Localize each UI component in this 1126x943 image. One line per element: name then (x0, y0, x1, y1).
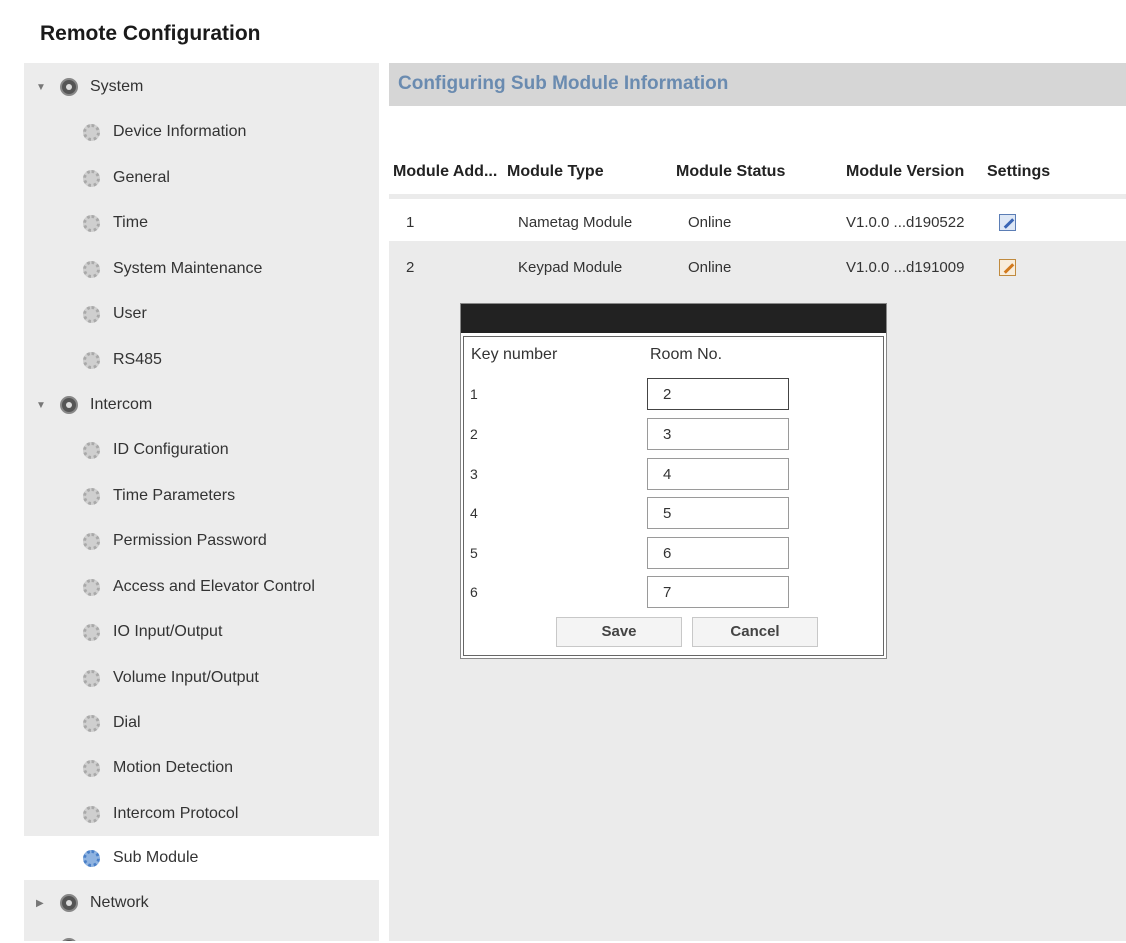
key-number-label: 2 (470, 426, 478, 442)
gear-icon (83, 214, 100, 232)
sidebar-item-io-input-output[interactable]: IO Input/Output (24, 610, 379, 654)
cell-module-status: Online (688, 259, 732, 276)
column-header-module-type[interactable]: Module Type (507, 163, 604, 181)
sidebar-item-label: Time (113, 214, 148, 231)
key-number-label: 3 (470, 466, 478, 482)
gear-icon (83, 123, 100, 141)
gear-icon (83, 849, 100, 867)
tree-group-label: Network (90, 894, 149, 911)
gear-group-icon (60, 396, 78, 414)
sidebar-item-intercom-protocol[interactable]: Intercom Protocol (24, 792, 379, 836)
sidebar-item-label: ID Configuration (113, 441, 229, 458)
column-header-module-version[interactable]: Module Version (846, 163, 964, 181)
gear-group-icon (60, 78, 78, 96)
sidebar-item-id-configuration[interactable]: ID Configuration (24, 428, 379, 472)
key-number-label: 1 (470, 386, 478, 402)
cancel-button[interactable]: Cancel (692, 617, 818, 647)
gear-icon (83, 669, 100, 687)
sidebar-item-access-elevator-control[interactable]: Access and Elevator Control (24, 565, 379, 609)
sidebar-item-rs485[interactable]: RS485 (24, 338, 379, 382)
gear-icon (83, 805, 100, 823)
gear-icon (83, 487, 100, 505)
sidebar-item-label: RS485 (113, 351, 162, 368)
column-header-module-status[interactable]: Module Status (676, 163, 785, 181)
cell-module-version: V1.0.0 ...d191009 (846, 259, 965, 276)
sidebar-item-label: General (113, 169, 170, 186)
room-no-input[interactable] (647, 378, 789, 410)
gear-icon (83, 169, 100, 187)
sidebar-item-label: Volume Input/Output (113, 669, 259, 686)
sidebar-item-time[interactable]: Time (24, 201, 379, 245)
key-number-label: 5 (470, 545, 478, 561)
sidebar-item-label: Permission Password (113, 532, 267, 549)
tree-group-label: System (90, 78, 144, 95)
gear-icon (83, 578, 100, 596)
cell-module-status: Online (688, 214, 732, 231)
sidebar-item-label: Motion Detection (113, 759, 234, 776)
gear-group-icon (60, 894, 78, 912)
cell-module-version: V1.0.0 ...d190522 (846, 214, 965, 231)
expand-arrow-icon[interactable]: ▼ (36, 400, 46, 411)
tree-group-label: Intercom (90, 396, 153, 413)
gear-icon (83, 351, 100, 369)
tree-group-network[interactable]: ▶ Network (24, 881, 379, 925)
sidebar-item-label: IO Input/Output (113, 623, 223, 640)
dialog-titlebar[interactable] (461, 304, 886, 333)
edit-icon[interactable] (999, 259, 1016, 276)
room-no-input[interactable] (647, 458, 789, 490)
cell-module-address: 1 (406, 214, 415, 231)
gear-icon (83, 305, 100, 323)
sidebar-item-device-information[interactable]: Device Information (24, 110, 379, 154)
sidebar-item-label: User (113, 305, 147, 322)
tree-group-intercom[interactable]: ▼ Intercom (24, 383, 379, 427)
gear-icon (83, 759, 100, 777)
sidebar-item-label: Dial (113, 714, 141, 731)
cell-module-type: Nametag Module (518, 214, 633, 231)
cell-module-type: Keypad Module (518, 259, 623, 276)
column-header-settings[interactable]: Settings (987, 163, 1050, 181)
sidebar-item-volume-input-output[interactable]: Volume Input/Output (24, 656, 379, 700)
gear-group-icon (60, 938, 78, 941)
gear-icon (83, 623, 100, 641)
key-number-label: 6 (470, 584, 478, 600)
room-no-input[interactable] (647, 418, 789, 450)
sidebar-item-label: Device Information (113, 123, 247, 140)
sidebar-tree: ▼ System Device Information General Time… (24, 63, 379, 941)
page-title: Remote Configuration (40, 22, 261, 45)
room-no-input[interactable] (647, 497, 789, 529)
key-room-dialog: Key number Room No. 1 2 3 4 5 6 Save Can… (460, 303, 887, 659)
sidebar-item-time-parameters[interactable]: Time Parameters (24, 474, 379, 518)
sidebar-item-label: System Maintenance (113, 260, 263, 277)
key-number-label: 4 (470, 505, 478, 521)
panel-title: Configuring Sub Module Information (398, 73, 729, 94)
tree-group-partial[interactable] (24, 925, 379, 941)
sidebar-item-label: Time Parameters (113, 487, 236, 504)
tree-group-system[interactable]: ▼ System (24, 65, 379, 109)
room-no-input[interactable] (647, 576, 789, 608)
sidebar-item-dial[interactable]: Dial (24, 701, 379, 745)
sidebar-item-system-maintenance[interactable]: System Maintenance (24, 247, 379, 291)
sidebar-item-sub-module[interactable]: Sub Module (24, 836, 379, 880)
sidebar-item-label: Sub Module (113, 849, 199, 866)
sidebar-item-permission-password[interactable]: Permission Password (24, 519, 379, 563)
column-header-key-number: Key number (471, 346, 558, 363)
sidebar-item-label: Intercom Protocol (113, 805, 239, 822)
panel-header: Configuring Sub Module Information (389, 63, 1126, 106)
gear-icon (83, 441, 100, 459)
column-header-module-address[interactable]: Module Add... (393, 163, 497, 181)
edit-icon[interactable] (999, 214, 1016, 231)
column-header-room-no: Room No. (650, 346, 723, 363)
gear-icon (83, 714, 100, 732)
save-button[interactable]: Save (556, 617, 682, 647)
sidebar-item-label: Access and Elevator Control (113, 578, 315, 595)
room-no-input[interactable] (647, 537, 789, 569)
gear-icon (83, 260, 100, 278)
sidebar-item-user[interactable]: User (24, 292, 379, 336)
sidebar-item-general[interactable]: General (24, 156, 379, 200)
sidebar-item-motion-detection[interactable]: Motion Detection (24, 746, 379, 790)
expand-arrow-icon[interactable]: ▼ (36, 82, 46, 93)
gear-icon (83, 532, 100, 550)
cell-module-address: 2 (406, 259, 415, 276)
collapse-arrow-icon[interactable]: ▶ (36, 898, 44, 909)
